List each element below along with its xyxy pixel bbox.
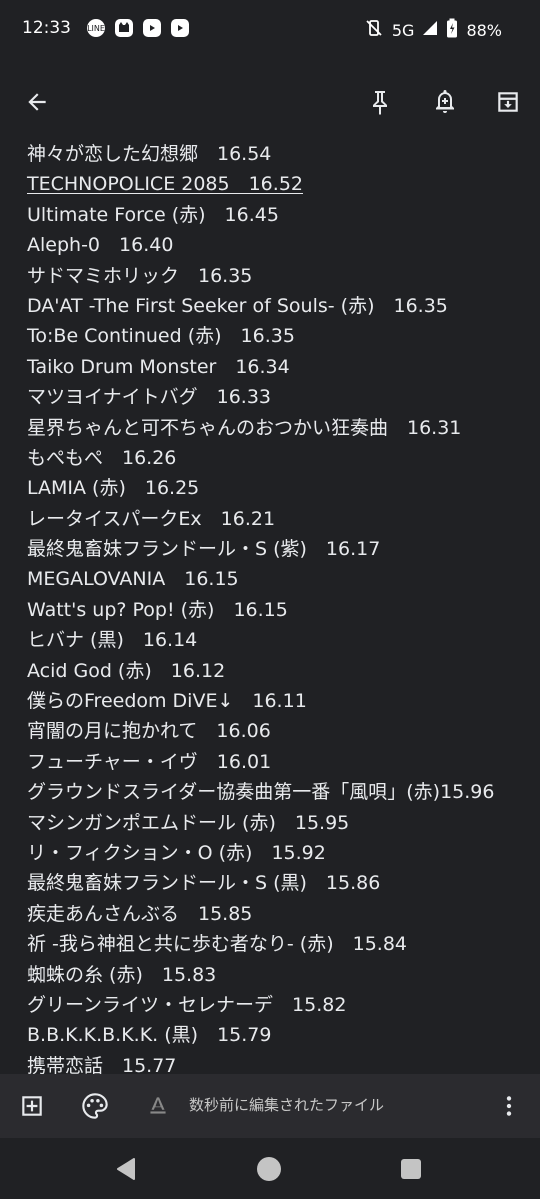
note-line: 宵闇の月に抱かれて 16.06	[27, 720, 271, 743]
note-line: 星界ちゃんと可不ちゃんのおつかい狂奏曲 16.31	[27, 416, 462, 439]
battery-percent: 88%	[466, 20, 502, 40]
note-line: B.B.K.K.B.K.K. (黒) 15.79	[27, 1024, 272, 1047]
arrow-back-icon	[28, 93, 46, 111]
note-line: グリーンライツ・セレナーデ 15.82	[27, 993, 347, 1016]
note-line: DA'AT -The First Seeker of Souls- (赤) 16…	[27, 294, 448, 317]
note-line: LAMIA (赤) 16.25	[27, 477, 200, 500]
note-line: 祈 -我ら神祖と共に歩む者なり- (赤) 15.84	[27, 933, 408, 956]
note-line: To:Be Continued (赤) 16.35	[27, 325, 295, 348]
signal-icon	[422, 20, 438, 40]
status-bar: 12:33 LINE 5G 88%	[0, 0, 540, 60]
note-line: Ultimate Force (赤) 16.45	[27, 203, 279, 226]
add-reminder-icon	[436, 90, 454, 113]
note-line: リ・フィクション・O (赤) 15.92	[27, 841, 326, 864]
edit-status-text: 数秒前に編集されたファイル	[189, 1096, 385, 1114]
line-icon: LINE	[87, 19, 105, 37]
note-line: マツヨイナイトバグ 16.33	[27, 386, 272, 409]
status-left: 12:33 LINE	[22, 18, 189, 38]
pin-icon	[373, 91, 387, 115]
note-line: MEGALOVANIA 16.15	[27, 568, 239, 591]
note-line: 携帯恋話 15.77	[27, 1054, 177, 1074]
add-button[interactable]	[16, 1090, 48, 1122]
nav-back-button[interactable]	[114, 1156, 140, 1182]
note-line: レータイスパークEx 16.21	[27, 507, 276, 530]
add-box-icon	[22, 1096, 42, 1116]
reminder-button[interactable]	[425, 82, 465, 122]
note-line: マシンガンポエムドール (赤) 15.95	[27, 811, 350, 834]
network-label: 5G	[391, 20, 415, 40]
note-line: 最終鬼畜妹フランドール・S (黒) 15.86	[27, 872, 381, 895]
note-line: Aleph-0 16.40	[27, 234, 174, 257]
text-format-icon	[150, 1097, 166, 1114]
nav-home-button[interactable]	[256, 1156, 282, 1182]
status-right: 5G 88%	[364, 18, 502, 42]
note-lines: 神々が恋した幻想郷 16.54 TECHNOPOLICE 2085 16.52 Ul…	[0, 142, 540, 1074]
nav-recents-button[interactable]	[398, 1156, 424, 1182]
note-body[interactable]: 神々が恋した幻想郷 16.54 TECHNOPOLICE 2085 16.52 Ul…	[0, 142, 540, 1074]
back-button[interactable]	[17, 82, 57, 122]
note-line: 僕らのFreedom DiVE↓ 16.11	[27, 690, 307, 713]
note-line: サドマミホリック 16.35	[27, 264, 253, 287]
archive-button[interactable]	[488, 82, 528, 122]
editor-bottom-bar: 数秒前に編集されたファイル	[0, 1074, 540, 1138]
note-line: Watt's up? Pop! (赤) 16.15	[27, 598, 288, 621]
note-line: 蜘蛛の糸 (赤) 15.83	[27, 963, 217, 986]
youtube-icon	[171, 19, 189, 37]
pin-button[interactable]	[360, 82, 400, 122]
note-line: グラウンドスライダー協奏曲第一番「風唄」(赤)15.96	[27, 781, 495, 804]
youtube-icon	[143, 19, 161, 37]
note-toolbar	[0, 60, 540, 142]
note-line: 疾走あんさんぶる 15.85	[27, 902, 253, 925]
note-line: Acid God (赤) 16.12	[27, 659, 226, 682]
status-time: 12:33	[22, 18, 71, 38]
nav-back-icon	[117, 1158, 135, 1180]
note-line: もぺもぺ 16.26	[27, 446, 177, 469]
palette-icon	[82, 1093, 108, 1119]
cat-icon	[115, 19, 133, 37]
system-nav-bar	[0, 1138, 540, 1199]
nav-recents-icon	[401, 1159, 421, 1179]
archive-icon	[498, 92, 518, 112]
battery-icon	[446, 18, 458, 42]
palette-button[interactable]	[79, 1090, 111, 1122]
nav-home-icon	[257, 1157, 281, 1181]
more-vert-icon	[506, 1096, 512, 1116]
note-line: フューチャー・イヴ 16.01	[27, 750, 272, 773]
note-line: 神々が恋した幻想郷 16.54	[27, 143, 272, 165]
note-line: TECHNOPOLICE 2085 16.52	[27, 173, 303, 196]
vibrate-off-icon	[364, 18, 384, 42]
note-line: Taiko Drum Monster 16.34	[27, 355, 290, 378]
note-line: 最終鬼畜妹フランドール・S (紫) 16.17	[27, 538, 381, 561]
note-line: ヒバナ (黒) 16.14	[27, 629, 198, 652]
text-format-button[interactable]	[142, 1090, 174, 1122]
more-options-button[interactable]	[493, 1090, 525, 1122]
